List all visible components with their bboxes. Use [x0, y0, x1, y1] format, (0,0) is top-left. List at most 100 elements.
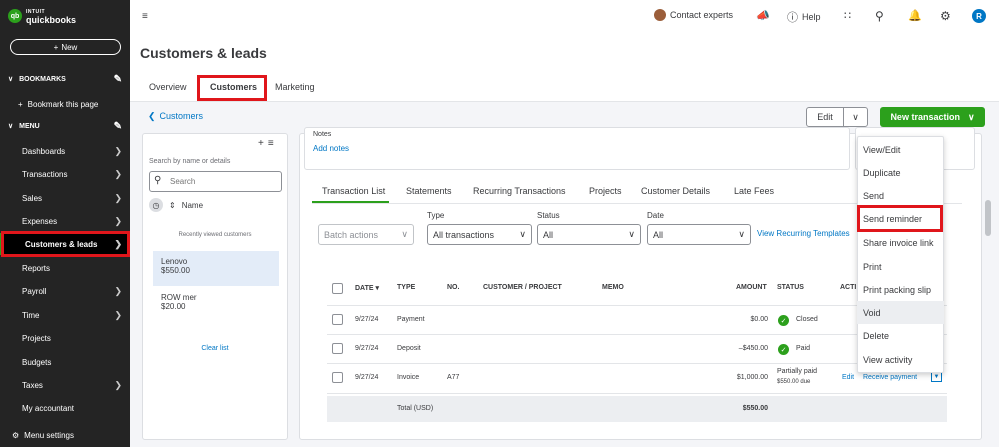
tab-marketing[interactable]: Marketing: [275, 82, 315, 92]
list-item[interactable]: Lenovo $550.00: [153, 251, 279, 286]
menu-section[interactable]: ∨ MENU ✎: [0, 116, 130, 136]
chevron-down-icon[interactable]: ▼: [931, 372, 942, 382]
sidebar-item-customers-leads[interactable]: Customers & leads ❯: [0, 233, 130, 255]
column-header-customer-project: CUSTOMER / PROJECT: [483, 284, 562, 291]
row-number: A77: [447, 374, 460, 381]
back-to-customers-link[interactable]: ❮ Customers: [148, 111, 203, 122]
total-label: Total (USD): [397, 405, 434, 412]
row-checkbox[interactable]: [332, 343, 343, 354]
row-edit-link[interactable]: Edit: [842, 374, 854, 381]
sidebar-item-projects[interactable]: Projects: [0, 327, 130, 349]
menu-settings[interactable]: ⚙ Menu settings: [0, 425, 130, 445]
sidebar-item-taxes[interactable]: Taxes ❯: [0, 374, 130, 396]
tab-customers[interactable]: Customers: [210, 82, 257, 92]
table-divider: [327, 393, 947, 394]
row-type: Deposit: [397, 345, 421, 352]
customer-amount: $550.00: [161, 266, 190, 275]
column-header-date[interactable]: DATE ▾: [355, 284, 379, 292]
logo-quickbooks: quickbooks: [26, 15, 77, 25]
bookmarks-section[interactable]: ∨ BOOKMARKS ✎: [0, 69, 130, 89]
megaphone-icon[interactable]: 📣: [756, 9, 770, 22]
apps-grid-icon[interactable]: ∷: [844, 9, 851, 22]
menu-item-view-edit[interactable]: View/Edit: [857, 138, 944, 161]
contact-experts[interactable]: Contact experts: [654, 9, 733, 21]
menu-item-void[interactable]: Void: [857, 301, 944, 324]
search-icon[interactable]: ⚲: [875, 9, 884, 23]
sidebar-item-payroll[interactable]: Payroll ❯: [0, 280, 130, 302]
chevron-down-icon: ∨: [401, 229, 408, 239]
tab-transaction-list[interactable]: Transaction List: [322, 186, 385, 196]
row-status: Paid: [796, 345, 811, 352]
row-amount: –$450.00: [738, 345, 768, 352]
search-label: Search by name or details: [149, 158, 231, 165]
receive-payment-link[interactable]: Receive payment: [863, 374, 917, 381]
scrollbar[interactable]: [985, 200, 991, 236]
settings-gear-icon[interactable]: ⚙: [940, 9, 951, 23]
clear-list-link[interactable]: Clear list: [142, 345, 288, 352]
menu-item-print-packing-slip[interactable]: Print packing slip: [857, 278, 944, 301]
view-recurring-templates-link[interactable]: View Recurring Templates: [757, 229, 850, 238]
new-transaction-button[interactable]: New transaction ∨: [880, 107, 985, 127]
menu-item-duplicate[interactable]: Duplicate: [857, 161, 944, 184]
edit-button[interactable]: Edit ∨: [806, 107, 868, 127]
chevron-down-icon[interactable]: ∨: [844, 112, 867, 123]
tab-overview[interactable]: Overview: [149, 82, 187, 92]
quickbooks-logo-icon: qb: [8, 9, 22, 23]
menu-item-delete[interactable]: Delete: [857, 324, 944, 347]
help-button[interactable]: ⓘ Help: [787, 9, 821, 25]
menu-item-share-invoice-link[interactable]: Share invoice link: [857, 231, 944, 254]
select-all-checkbox[interactable]: [332, 283, 343, 294]
list-item[interactable]: ROW mer $20.00: [153, 287, 279, 322]
tab-statements[interactable]: Statements: [406, 186, 452, 196]
add-customer-icon[interactable]: +: [258, 138, 264, 149]
add-notes-link[interactable]: Add notes: [313, 144, 349, 153]
pencil-icon[interactable]: ✎: [114, 121, 122, 132]
menu-item-print[interactable]: Print: [857, 255, 944, 278]
user-avatar[interactable]: R: [972, 9, 986, 23]
sidebar-item-sales[interactable]: Sales ❯: [0, 187, 130, 209]
bookmark-this-page[interactable]: + Bookmark this page: [0, 94, 130, 114]
sidebar-item-budgets[interactable]: Budgets: [0, 351, 130, 373]
customer-search-input[interactable]: [149, 171, 282, 192]
batch-actions-dropdown[interactable]: Batch actions ∨: [318, 224, 414, 245]
sidebar-item-reports[interactable]: Reports: [0, 257, 130, 279]
menu-item-send-reminder[interactable]: Send reminder: [857, 207, 944, 230]
quickbooks-logo[interactable]: qb INTUIT quickbooks: [8, 8, 77, 25]
collapse-menu-icon[interactable]: ≡: [142, 11, 148, 22]
chevron-down-icon: ∨: [8, 76, 14, 83]
user-avatar-initial: R: [972, 9, 986, 23]
date-filter-dropdown[interactable]: All ∨: [647, 224, 751, 245]
list-options-icon[interactable]: ≡: [268, 138, 274, 149]
tab-projects[interactable]: Projects: [589, 186, 622, 196]
sidebar: qb INTUIT quickbooks + New ∨ BOOKMARKS ✎…: [0, 0, 130, 447]
sort-label[interactable]: Name: [182, 201, 203, 210]
menu-item-send[interactable]: Send: [857, 184, 944, 207]
table-divider: [327, 334, 947, 335]
customer-amount: $20.00: [161, 302, 186, 311]
new-transaction-label: New transaction: [890, 112, 960, 122]
notifications-bell-icon[interactable]: 🔔: [908, 9, 922, 22]
pencil-icon[interactable]: ✎: [114, 74, 122, 85]
plus-icon: +: [53, 42, 59, 52]
sidebar-item-my-accountant[interactable]: My accountant: [0, 397, 130, 419]
sort-down-icon: ▾: [375, 285, 380, 292]
sort-arrows-icon[interactable]: ⇕: [169, 201, 176, 210]
sidebar-item-transactions[interactable]: Transactions ❯: [0, 163, 130, 185]
tab-recurring-transactions[interactable]: Recurring Transactions: [473, 186, 566, 196]
tab-late-fees[interactable]: Late Fees: [734, 186, 774, 196]
sidebar-item-expenses[interactable]: Expenses ❯: [0, 210, 130, 232]
history-icon[interactable]: ◷: [149, 198, 163, 212]
new-button[interactable]: + New: [10, 39, 121, 55]
sidebar-item-dashboards[interactable]: Dashboards ❯: [0, 140, 130, 162]
row-checkbox[interactable]: [332, 314, 343, 325]
row-checkbox[interactable]: [332, 372, 343, 383]
tab-customer-details[interactable]: Customer Details: [641, 186, 710, 196]
row-date: 9/27/24: [355, 345, 379, 352]
status-filter-label: Status: [537, 211, 560, 220]
row-date: 9/27/24: [355, 374, 379, 381]
status-filter-dropdown[interactable]: All ∨: [537, 224, 641, 245]
type-filter-dropdown[interactable]: All transactions ∨: [427, 224, 532, 245]
top-bar: [130, 0, 999, 34]
sidebar-item-time[interactable]: Time ❯: [0, 304, 130, 326]
menu-item-view-activity[interactable]: View activity: [857, 348, 944, 371]
